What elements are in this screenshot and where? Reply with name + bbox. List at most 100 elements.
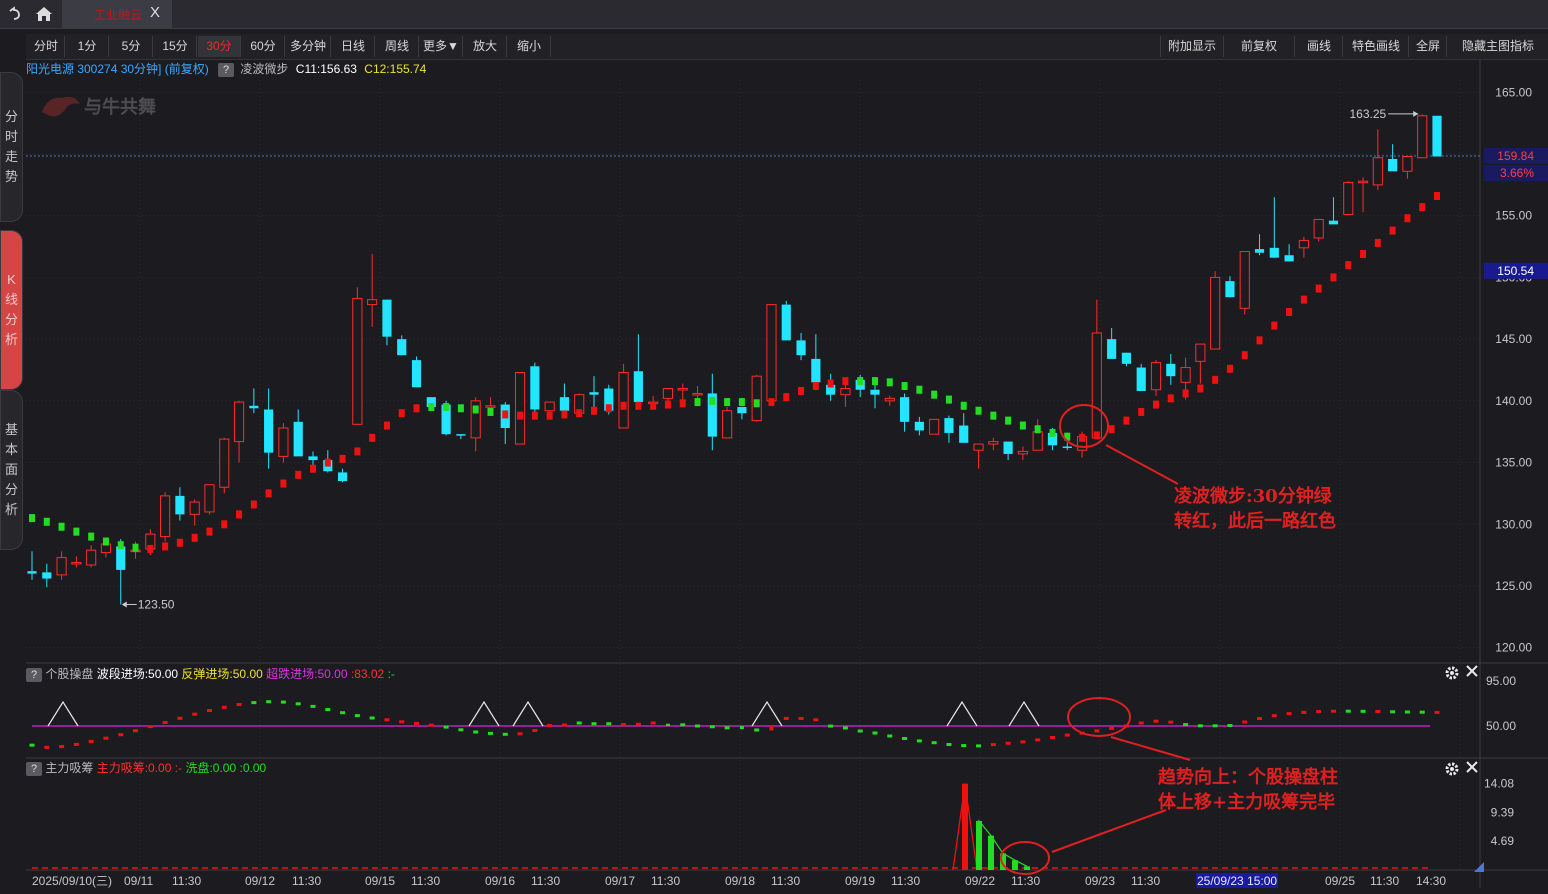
panel2-help-icon[interactable]: ? xyxy=(26,667,42,682)
time-axis-label: 11:30 xyxy=(411,874,440,888)
candlestick-series: 163.25 123.50 xyxy=(27,107,1442,611)
lingbo-weibu-mark xyxy=(29,514,35,523)
panel3-close-icon[interactable] xyxy=(1465,760,1479,779)
panel2-header: ? 个股操盘 波段进场:50.00 反弹进场:50.00 超跌进场:50.00 … xyxy=(26,666,395,682)
lingbo-weibu-mark xyxy=(812,382,819,391)
lingbo-weibu-mark xyxy=(694,398,701,407)
candle-body xyxy=(1284,255,1294,262)
panel2-close-icon[interactable] xyxy=(1465,664,1479,683)
panel3-l3: 洗盘:0.00 xyxy=(185,761,237,775)
candle-body xyxy=(959,425,969,443)
panel2-mark xyxy=(192,712,198,716)
lingbo-weibu-mark xyxy=(916,385,923,394)
candle-body xyxy=(1121,352,1132,364)
price-tag-label: 159.84 xyxy=(1497,149,1534,163)
lingbo-weibu-mark xyxy=(635,401,642,410)
panel2-mark xyxy=(606,722,612,726)
panel2-triangle xyxy=(751,700,783,727)
lingbo-weibu-mark xyxy=(117,541,124,550)
time-axis-label: 09/23 xyxy=(1085,874,1115,888)
lingbo-weibu-mark xyxy=(842,377,849,386)
lingbo-weibu-mark xyxy=(517,411,524,420)
panel3-tick-label: 4.69 xyxy=(1491,834,1515,848)
panel2-settings-icon[interactable] xyxy=(1444,665,1460,686)
panel2-mark xyxy=(1197,724,1203,728)
panel2-mark xyxy=(147,725,153,729)
lingbo-weibu-mark xyxy=(191,533,198,542)
lingbo-weibu-mark xyxy=(73,527,80,536)
candle-body xyxy=(1432,115,1442,157)
panel2-mark xyxy=(1020,740,1026,744)
panel2-l4: :83.02 xyxy=(350,667,385,681)
panel2-mark xyxy=(1316,710,1322,714)
panel3-settings-icon[interactable] xyxy=(1444,761,1460,782)
panel2-mark xyxy=(1286,712,1292,716)
price-tick-label: 155.00 xyxy=(1495,209,1532,223)
panel2-triangle xyxy=(512,700,544,727)
candle-body xyxy=(514,371,526,445)
lingbo-weibu-mark xyxy=(428,403,435,412)
time-axis-label: 11:30 xyxy=(1370,874,1399,888)
panel2-mark xyxy=(1049,736,1055,739)
panel2-tick-label: 95.00 xyxy=(1486,674,1516,688)
candle-body xyxy=(160,495,171,538)
panel2-mark xyxy=(1404,710,1410,714)
price-tick-label: 120.00 xyxy=(1495,641,1532,655)
candle-body xyxy=(189,501,200,515)
lingbo-weibu-mark xyxy=(1389,226,1396,235)
candle-body xyxy=(811,358,821,383)
panel2-mark xyxy=(369,716,375,720)
time-axis-label: 09/18 xyxy=(725,874,755,888)
lingbo-weibu-mark xyxy=(236,510,243,519)
panel3-help-icon[interactable]: ? xyxy=(26,761,42,776)
candle-body xyxy=(367,299,378,306)
high-marker-label: 163.25 xyxy=(1350,107,1387,121)
lingbo-weibu-mark xyxy=(1241,351,1248,360)
panel2-mark xyxy=(724,726,730,730)
panel2-name: 个股操盘 xyxy=(45,667,94,681)
candle-body xyxy=(884,397,895,402)
panel3-corner-marker xyxy=(1474,862,1484,872)
annotation-trend-up: 趋势向上：个股操盘柱 体上移+主力吸筹完毕 xyxy=(1158,765,1338,815)
time-axis-label: 09/16 xyxy=(485,874,515,888)
panel2-mark xyxy=(1345,709,1351,713)
panel2-mark xyxy=(532,729,538,732)
lingbo-weibu-mark xyxy=(1360,250,1367,258)
panel2-mark xyxy=(931,741,937,745)
lingbo-weibu-mark xyxy=(709,396,716,405)
panel2-mark xyxy=(872,731,878,735)
candle-body xyxy=(56,557,67,576)
panel3-tick-label: 14.08 xyxy=(1484,777,1514,791)
lingbo-weibu-mark xyxy=(872,377,878,386)
candle-body xyxy=(27,571,37,574)
time-axis-label: 09/11 xyxy=(124,874,153,888)
panel2-l5: :- xyxy=(387,667,395,681)
low-marker-arrow xyxy=(121,601,127,608)
low-marker-label: 123.50 xyxy=(138,597,175,611)
lingbo-weibu-mark xyxy=(369,433,376,442)
candle-body xyxy=(1195,343,1206,362)
candle-body xyxy=(1402,156,1413,172)
time-axis-label: 2025/09/10(三) xyxy=(32,874,112,888)
lingbo-weibu-mark xyxy=(147,544,154,553)
lingbo-weibu-mark xyxy=(931,390,938,399)
candle-body xyxy=(1343,181,1354,216)
candle-body xyxy=(988,441,999,445)
price-tick-label: 165.00 xyxy=(1495,85,1532,99)
panel2-mark xyxy=(976,744,982,748)
lingbo-weibu-mark xyxy=(605,404,612,413)
candle-body xyxy=(116,546,126,570)
time-axis-label: 11:30 xyxy=(292,874,321,888)
candle-body xyxy=(1298,239,1309,249)
candle-body xyxy=(1357,180,1369,184)
annotation-line: 体上移+主力吸筹完毕 xyxy=(1158,792,1336,813)
time-axis-label: 09/12 xyxy=(245,874,275,888)
lingbo-weibu-mark xyxy=(1182,389,1189,398)
lingbo-weibu-mark xyxy=(650,401,657,410)
candle-body xyxy=(662,388,674,399)
panel2-mark xyxy=(1360,709,1366,713)
time-axis-label: 09/22 xyxy=(965,874,995,888)
panel2-mark xyxy=(1330,709,1336,713)
panel2-triangle xyxy=(468,700,500,727)
panel2-mark xyxy=(295,702,301,706)
